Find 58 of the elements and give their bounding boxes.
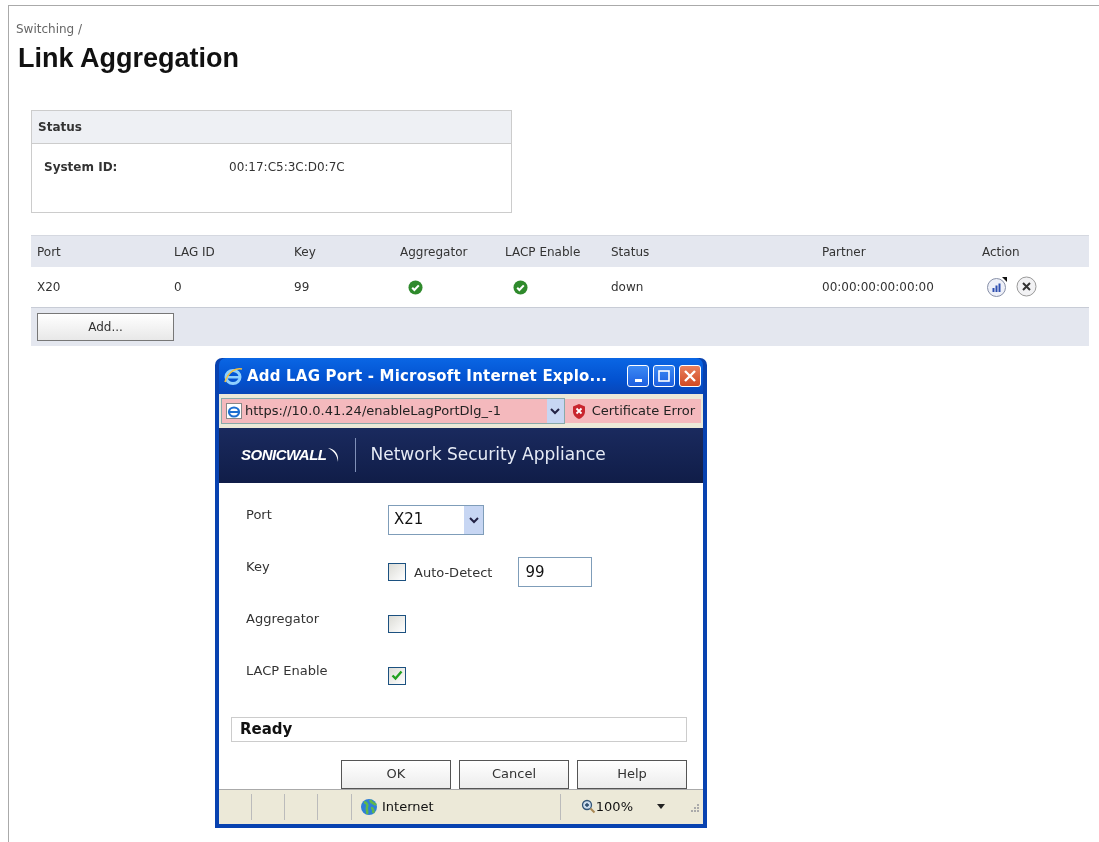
delete-icon[interactable] [1016,276,1037,298]
field-label: LACP Enable [246,661,329,680]
zoom-level[interactable]: 100% [595,797,633,817]
globe-icon [360,797,378,816]
caret-icon[interactable] [657,804,665,810]
certificate-error-button[interactable]: Certificate Error [564,399,701,423]
minimize-button[interactable] [627,365,649,388]
column-header: Port [37,244,61,259]
zoom-icon [580,799,596,815]
close-icon [684,370,696,383]
page-icon [226,403,242,419]
table-cell: X20 [37,280,61,295]
page-title: Link Aggregation [18,42,239,75]
field-label: System ID: [44,159,119,177]
zone-label: Internet [382,798,434,817]
table-cell: 99 [294,280,310,295]
field-label: Aggregator [246,609,321,628]
field-value: 00:17:C5:3C:D0:7C [229,159,345,177]
column-header: Key [294,244,316,259]
dialog-button[interactable]: Help [577,759,687,789]
chevron-icon [468,515,479,524]
table-cell: 00:00:00:00:00:00 [822,280,934,295]
brand-logo: SONICWALL [241,444,327,465]
browser-icon [223,366,243,387]
column-header: Partner [822,244,866,259]
column-header: Action [982,244,1020,259]
checkbox[interactable] [388,614,406,633]
checkbox[interactable] [388,563,406,582]
column-header: Aggregator [400,244,468,259]
key-field[interactable]: 99 [518,556,593,587]
column-header: Status [611,244,650,259]
field-label: Key [246,557,271,576]
status-message: Ready [231,716,687,742]
maximize-button[interactable] [653,365,675,388]
table-cell: 0 [174,280,182,295]
product-name: Network Security Appliance [370,443,606,467]
checkbox[interactable] [388,666,406,685]
dropdown-button[interactable] [546,399,564,423]
chevron-icon [550,407,561,415]
breadcrumb: Switching / [16,21,83,38]
minimize-icon [634,378,642,382]
checkbox-label: Auto-Detect [414,563,493,582]
dialog-button[interactable]: OK [341,759,451,789]
port-select[interactable]: X21 [388,504,484,535]
column-header: LACP Enable [505,244,581,259]
close-button[interactable] [679,365,701,388]
resize-grip-icon [689,801,699,812]
window-title: Add LAG Port - Microsoft Internet Explo... [247,365,609,387]
dialog-button[interactable]: Cancel [459,759,569,789]
table-cell: down [611,280,644,295]
add-button[interactable]: Add... [37,313,174,342]
statistics-icon[interactable] [986,276,1008,299]
panel-heading: Status [38,120,82,135]
field-label: Port [246,505,273,524]
shield-icon [570,402,587,420]
column-header: LAG ID [174,244,215,259]
address-bar[interactable]: https://10.0.41.24/enableLagPortDlg_-1 [221,398,565,424]
maximize-icon [658,370,670,383]
